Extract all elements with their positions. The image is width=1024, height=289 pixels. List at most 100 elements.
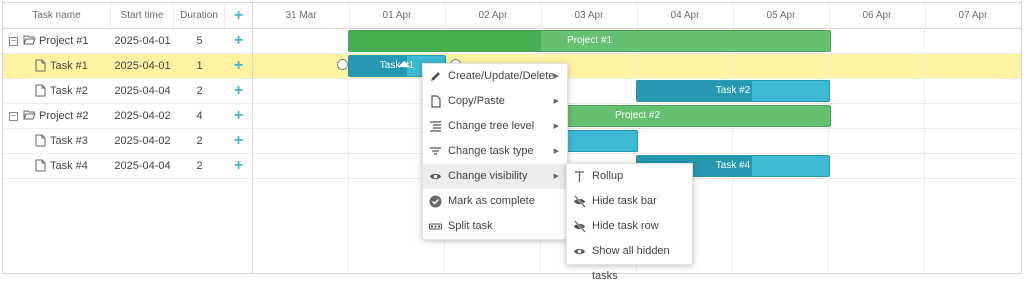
- eye-icon: [430, 173, 441, 180]
- context-menu: Create/Update/Delete ▶ Copy/Paste ▶ Chan…: [422, 63, 568, 240]
- scale-day-label: 31 Mar: [253, 3, 350, 28]
- scale-day-label: 03 Apr: [541, 3, 638, 28]
- menu-item-label: Mark as complete: [448, 195, 535, 207]
- task-name-label: Project #1: [39, 35, 89, 47]
- visibility-submenu: Rollup Hide task bar Hide task row Show …: [566, 163, 693, 282]
- task-name-cell: Task #2: [3, 79, 111, 103]
- column-header-start-time[interactable]: Start time: [111, 3, 174, 28]
- menu-item-split-task[interactable]: Split task: [423, 214, 567, 239]
- scale-day-label: 01 Apr: [349, 3, 446, 28]
- scale-day-label: 07 Apr: [925, 3, 1021, 28]
- start-time-cell: 2025-04-01: [114, 60, 171, 72]
- column-header-task-name[interactable]: Task name: [3, 3, 111, 28]
- bar-label: Project #1: [566, 35, 613, 46]
- grid-row-project-1[interactable]: − Project #1 2025-04-01 5 +: [3, 29, 252, 54]
- submenu-arrow-icon: ▶: [553, 173, 559, 180]
- menu-item-label: Rollup: [592, 170, 624, 182]
- menu-item-mark-as-complete[interactable]: Mark as complete: [423, 189, 567, 214]
- task-name-label: Task #4: [50, 160, 88, 172]
- menu-caret: [398, 61, 410, 67]
- start-time-cell: 2025-04-02: [114, 110, 171, 122]
- split-icon: [429, 223, 442, 230]
- duration-cell: 4: [196, 110, 203, 122]
- menu-item-label: Split task: [448, 220, 493, 232]
- filter-icon: [430, 147, 441, 155]
- task-name-label: Project #2: [39, 110, 89, 122]
- bar-progress: [349, 31, 542, 51]
- grid-row-project-2[interactable]: − Project #2 2025-04-02 4 +: [3, 104, 252, 129]
- grid-line: [828, 28, 829, 273]
- scale-day-label: 04 Apr: [637, 3, 734, 28]
- task-name-label: Task #3: [50, 135, 88, 147]
- grid-row-task-3[interactable]: Task #3 2025-04-02 2 +: [3, 129, 252, 154]
- start-time-cell: 2025-04-01: [114, 35, 171, 47]
- task-name-cell: − Project #1: [3, 29, 111, 53]
- file-icon: [35, 134, 46, 147]
- task-name-cell: Task #3: [3, 129, 111, 153]
- submenu-item-hide-task-bar[interactable]: Hide task bar: [567, 189, 692, 214]
- duration-cell: 2: [196, 85, 203, 97]
- task-name-cell: − Project #2: [3, 104, 111, 128]
- add-subtask-button[interactable]: +: [225, 104, 252, 128]
- task-name-label: Task #1: [50, 60, 88, 72]
- eye-icon: [574, 248, 585, 255]
- add-subtask-button[interactable]: +: [225, 154, 252, 178]
- grid-row-task-2[interactable]: Task #2 2025-04-04 2 +: [3, 79, 252, 104]
- eye-off-icon: [574, 195, 586, 208]
- submenu-arrow-icon: ▶: [553, 123, 559, 130]
- grid-header: Task name Start time Duration +: [3, 3, 252, 29]
- start-time-cell: 2025-04-04: [114, 160, 171, 172]
- submenu-item-hide-task-row[interactable]: Hide task row: [567, 214, 692, 239]
- add-subtask-button[interactable]: +: [225, 54, 252, 78]
- scale-day-label: 02 Apr: [445, 3, 542, 28]
- task-name-cell: Task #1: [3, 54, 111, 78]
- collapse-toggle-icon[interactable]: −: [9, 112, 18, 121]
- menu-item-label: Copy/Paste: [448, 95, 505, 107]
- duration-cell: 1: [196, 60, 203, 72]
- start-time-cell: 2025-04-02: [114, 135, 171, 147]
- menu-item-change-task-type[interactable]: Change task type ▶: [423, 139, 567, 164]
- task-grid: Task name Start time Duration + − Projec…: [3, 3, 253, 273]
- menu-item-label: Hide task bar: [592, 195, 657, 207]
- indent-icon: [430, 121, 441, 132]
- duration-cell: 2: [196, 160, 203, 172]
- task-bar-task-2[interactable]: Task #2: [636, 80, 830, 102]
- bar-label: Task #2: [715, 85, 751, 96]
- link-handle-left[interactable]: [337, 59, 348, 70]
- submenu-arrow-icon: ▶: [553, 73, 559, 80]
- folder-open-icon: [23, 110, 36, 120]
- grid-line: [732, 28, 733, 273]
- rollup-icon: [575, 171, 584, 182]
- eye-off-icon: [574, 220, 586, 233]
- grid-row-task-1[interactable]: Task #1 2025-04-01 1 +: [3, 54, 252, 79]
- submenu-item-show-all-hidden-tasks[interactable]: Show all hidden tasks: [567, 239, 692, 282]
- menu-item-change-tree-level[interactable]: Change tree level ▶: [423, 114, 567, 139]
- bar-label: Project #2: [614, 110, 661, 121]
- menu-item-create-update-delete[interactable]: Create/Update/Delete ▶: [423, 64, 567, 89]
- add-task-header-button[interactable]: +: [225, 3, 252, 28]
- menu-item-copy-paste[interactable]: Copy/Paste ▶: [423, 89, 567, 114]
- grid-row-task-4[interactable]: Task #4 2025-04-04 2 +: [3, 154, 252, 179]
- menu-item-change-visibility[interactable]: Change visibility ▶: [423, 164, 567, 189]
- add-subtask-button[interactable]: +: [225, 29, 252, 53]
- grid-line: [924, 28, 925, 273]
- collapse-toggle-icon[interactable]: −: [9, 37, 18, 46]
- file-icon: [35, 84, 46, 97]
- add-subtask-button[interactable]: +: [225, 79, 252, 103]
- duration-cell: 2: [196, 135, 203, 147]
- project-bar-project-1[interactable]: Project #1: [348, 30, 831, 52]
- check-circle-icon: [429, 195, 442, 208]
- column-header-duration[interactable]: Duration: [174, 3, 225, 28]
- task-name-cell: Task #4: [3, 154, 111, 178]
- document-icon: [431, 95, 441, 108]
- menu-item-label: Show all hidden tasks: [592, 245, 670, 282]
- menu-item-label: Hide task row: [592, 220, 659, 232]
- scale-day-label: 06 Apr: [829, 3, 926, 28]
- bar-label: Task #4: [715, 160, 751, 171]
- submenu-arrow-icon: ▶: [553, 98, 559, 105]
- submenu-item-rollup[interactable]: Rollup: [567, 164, 692, 189]
- add-subtask-button[interactable]: +: [225, 129, 252, 153]
- file-icon: [35, 159, 46, 172]
- start-time-cell: 2025-04-04: [114, 85, 171, 97]
- menu-item-label: Create/Update/Delete: [448, 70, 555, 82]
